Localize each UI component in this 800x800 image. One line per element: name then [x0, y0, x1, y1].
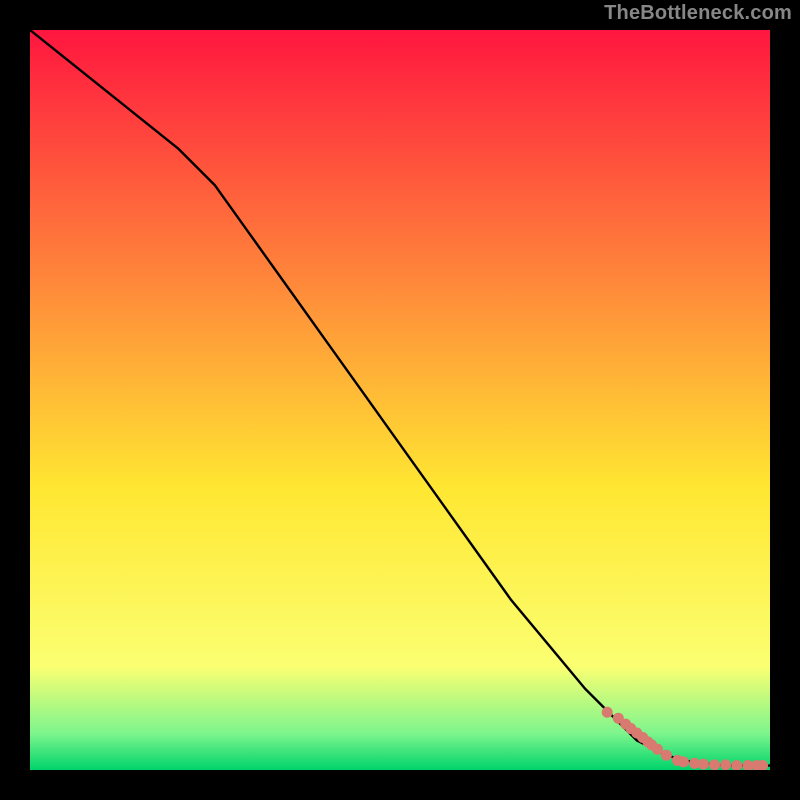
chart-svg	[30, 30, 770, 770]
scatter-dot	[720, 759, 731, 770]
scatter-dot	[678, 756, 689, 767]
scatter-dot	[661, 750, 672, 761]
scatter-dot	[602, 707, 613, 718]
chart-stage: TheBottleneck.com	[0, 0, 800, 800]
scatter-dot	[698, 759, 709, 770]
scatter-dot	[709, 759, 720, 770]
watermark-label: TheBottleneck.com	[604, 2, 792, 25]
gradient-background	[30, 30, 770, 770]
plot-area	[30, 30, 770, 770]
